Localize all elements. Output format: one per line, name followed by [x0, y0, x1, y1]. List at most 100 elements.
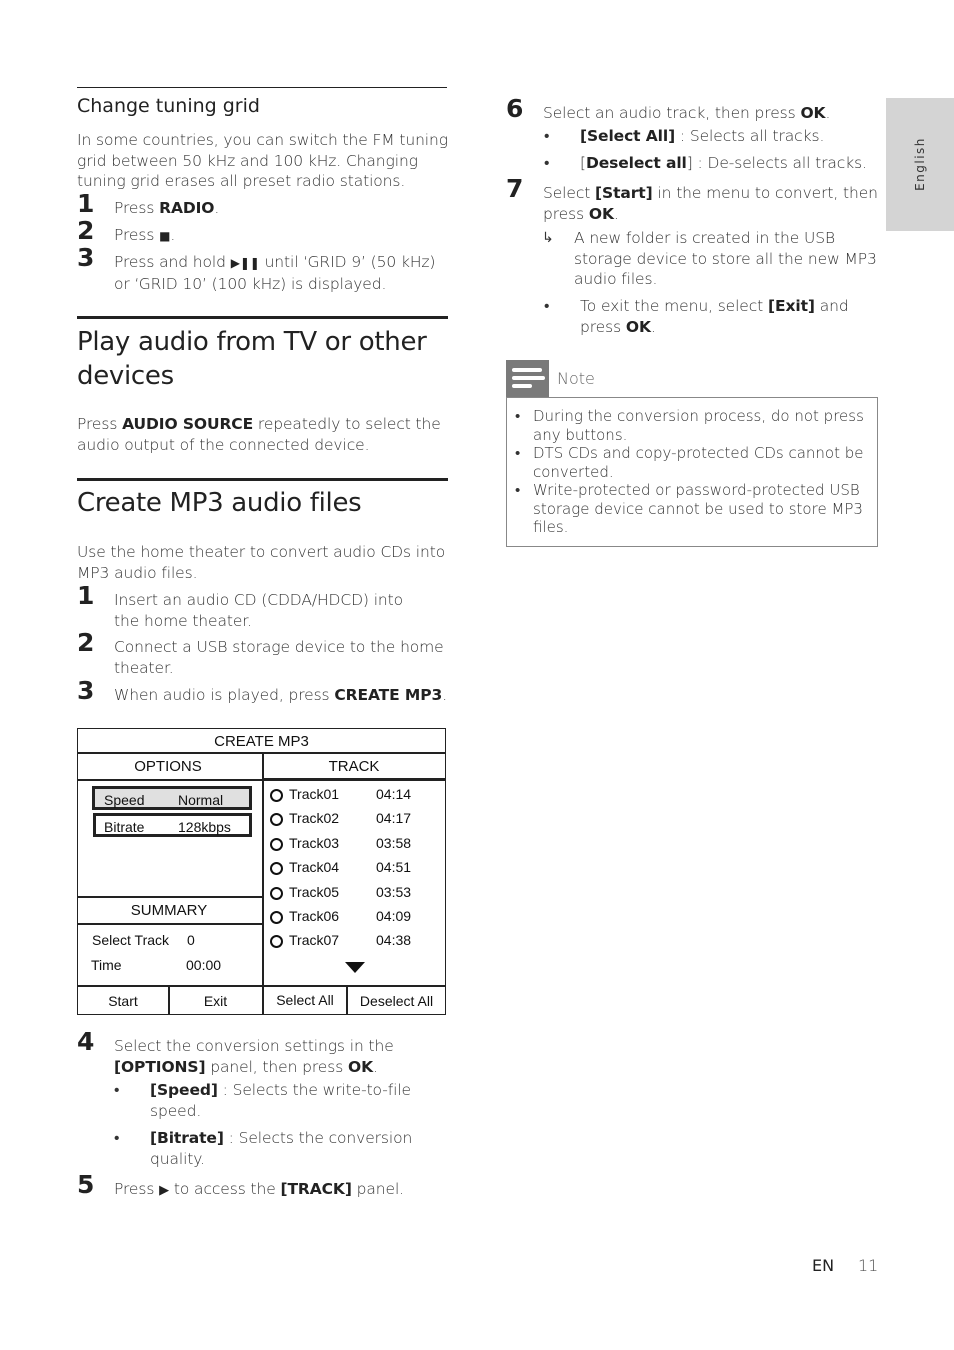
track-duration: 03:58	[376, 834, 412, 851]
track-name: Track02	[289, 810, 340, 827]
step-text: Press	[114, 226, 160, 244]
footer-language-code: EN	[812, 1256, 835, 1275]
step-text: press	[543, 204, 589, 223]
change-tuning-grid-heading: Change tuning grid	[77, 95, 260, 117]
bullet-icon: •	[114, 1129, 120, 1147]
step-text: in the menu to convert, then	[652, 184, 878, 202]
options-label: [OPTIONS]	[114, 1057, 206, 1076]
bullet-text: : Selects all tracks.	[675, 127, 825, 145]
start-label: [Start]	[595, 184, 653, 202]
step-number: 4	[77, 1027, 95, 1056]
deselect-all-button[interactable]: Deselect All	[348, 993, 445, 1009]
start-button[interactable]: Start	[78, 993, 168, 1009]
step-number: 6	[506, 94, 524, 123]
step-text: When audio is played, press	[114, 686, 335, 704]
step-text: .	[613, 204, 619, 223]
option-speed[interactable]: Speed Normal	[92, 786, 252, 810]
heading-line: devices	[77, 361, 174, 391]
select-all-button[interactable]: Select All	[264, 992, 346, 1008]
bullet-icon: •	[114, 1081, 120, 1099]
bullet-text: speed.	[150, 1101, 202, 1120]
option-value: 128kbps	[178, 819, 231, 835]
bullet-text: To exit the menu, select	[580, 297, 768, 315]
step-text: until ‘GRID 9’ (50 kHz)	[259, 253, 436, 271]
note-text-line: DTS CDs and copy-protected CDs cannot be	[533, 444, 864, 462]
note-item: • During the conversion process, do not p…	[515, 407, 875, 444]
step-text: theater.	[114, 658, 174, 677]
summary-select-track-value: 0	[187, 932, 195, 948]
track-name: Track05	[289, 883, 340, 900]
radio-circle-icon[interactable]	[270, 837, 283, 851]
page-number: 11	[858, 1256, 879, 1275]
option-label: Speed	[104, 792, 145, 808]
step-text: .	[373, 1057, 378, 1076]
step-text: Select	[543, 184, 596, 202]
track-duration: 04:17	[376, 810, 412, 827]
step-number: 2	[77, 628, 95, 657]
bullet-icon: •	[515, 444, 521, 462]
bullet-text: and	[814, 297, 849, 315]
bullet-term: [Speed]	[150, 1081, 218, 1099]
track-duration: 04:14	[376, 786, 412, 802]
section-divider	[77, 316, 448, 319]
language-label: English	[913, 137, 927, 191]
step-text: .	[442, 686, 448, 704]
bullet-icon: •	[544, 297, 550, 315]
option-bitrate[interactable]: Bitrate 128kbps	[93, 813, 252, 837]
bullet-text: : Selects the conversion	[223, 1129, 413, 1147]
track-panel-header[interactable]: TRACK	[264, 758, 444, 775]
step-text: Press	[114, 1180, 160, 1198]
note-item: • Write-protected or password-protected U…	[515, 481, 875, 537]
note-text-line: converted.	[533, 462, 614, 481]
ok-key-label: OK	[625, 317, 651, 336]
radio-circle-icon[interactable]	[270, 935, 283, 949]
option-label: Bitrate	[104, 819, 145, 835]
options-panel-header[interactable]: OPTIONS	[78, 758, 258, 775]
heading-line: Play audio from TV or other	[77, 327, 427, 357]
play-audio-text: Press AUDIO SOURCE repeatedly to select …	[77, 414, 457, 455]
radio-circle-icon[interactable]	[270, 886, 283, 900]
option-value: Normal	[178, 792, 224, 808]
step-text: or ‘GRID 10’ (100 kHz) is displayed.	[114, 274, 387, 293]
track-name: Track01	[289, 786, 340, 802]
bullet-term: [Select All]	[580, 127, 676, 145]
step-text: to access the	[169, 1180, 281, 1198]
text: Use the home theater to convert audio CD…	[77, 543, 446, 561]
radio-circle-icon[interactable]	[270, 862, 283, 876]
step-text: Insert an audio CD (CDDA/HDCD) into	[114, 591, 404, 609]
track-duration: 04:51	[376, 859, 412, 876]
note-text-line: files.	[533, 518, 569, 536]
divider	[78, 985, 445, 987]
step-text: .	[214, 199, 220, 217]
step-number: 1	[77, 189, 95, 218]
bullet-icon: •	[544, 154, 550, 172]
result-text: audio files.	[574, 270, 658, 288]
step-text: the home theater.	[114, 611, 252, 630]
stop-icon: ■	[159, 229, 171, 243]
bullet-icon: •	[515, 481, 521, 499]
track-name: Track06	[289, 908, 340, 924]
bullet-icon: •	[544, 127, 550, 145]
radio-circle-icon[interactable]	[270, 813, 283, 827]
scroll-down-arrow-icon[interactable]	[345, 962, 365, 973]
text: MP3 audio files.	[77, 563, 198, 582]
track-duration: 03:53	[376, 883, 412, 900]
divider	[78, 896, 262, 898]
result-arrow-icon: ↳	[542, 230, 554, 246]
radio-circle-icon[interactable]	[270, 789, 283, 802]
text: audio output of the connected device.	[77, 435, 370, 454]
result-text: A new folder is created in the USB	[574, 229, 836, 247]
result-text: storage device to store all the new MP3	[574, 249, 877, 268]
play-audio-heading: Play audio from TV or other devices	[77, 325, 427, 393]
divider	[78, 923, 262, 925]
note-text-line: During the conversion process, do not pr…	[533, 407, 864, 425]
step-number: 3	[77, 676, 95, 705]
ok-key-label: OK	[348, 1057, 374, 1076]
exit-button[interactable]: Exit	[169, 993, 262, 1009]
summary-time-value: 00:00	[186, 957, 222, 973]
language-tab: English	[886, 98, 954, 231]
radio-circle-icon[interactable]	[270, 911, 283, 924]
step-number: 7	[506, 174, 524, 203]
bullet-term: [Bitrate]	[150, 1129, 224, 1147]
step-text: Select an audio track, then press	[543, 104, 801, 122]
